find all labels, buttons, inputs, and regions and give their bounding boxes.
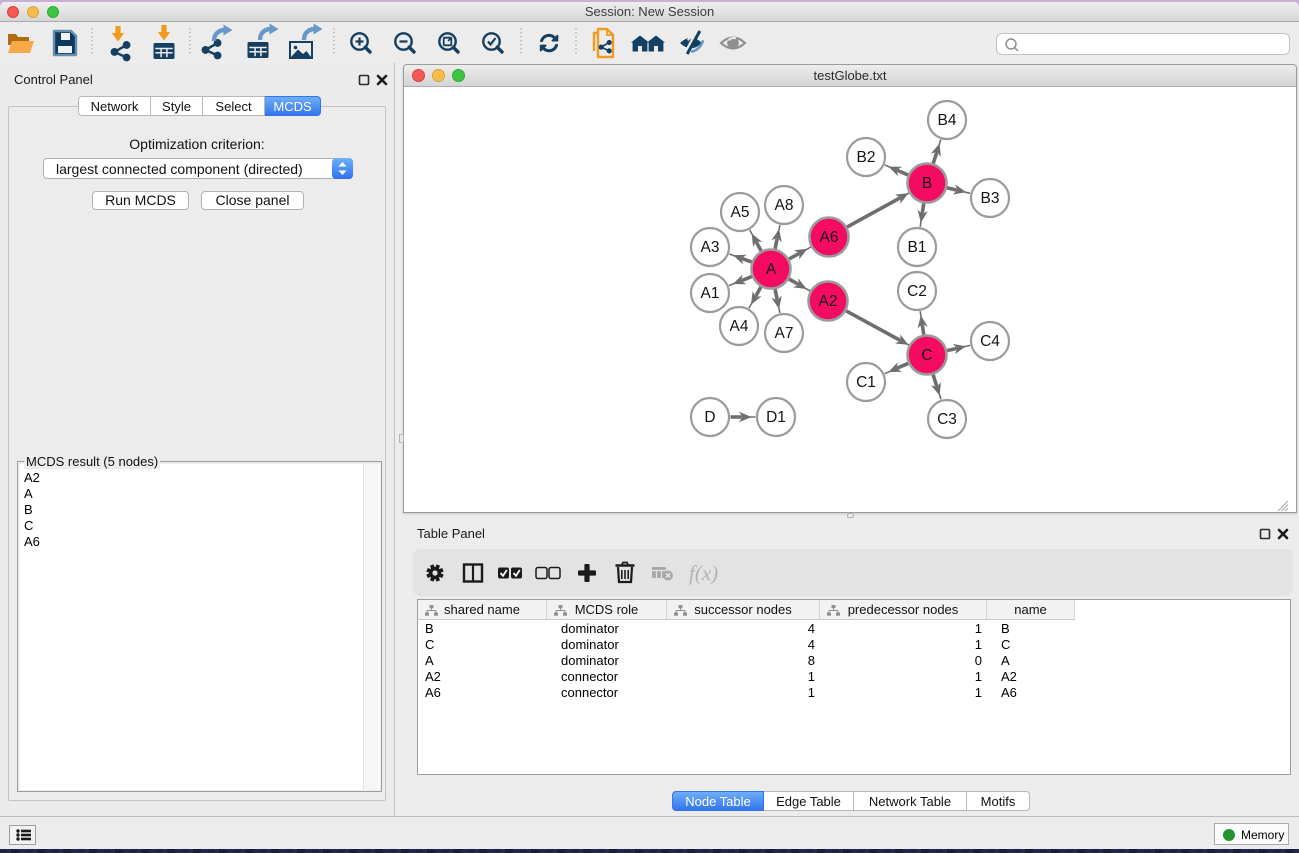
svg-text:D: D: [704, 409, 715, 426]
svg-text:C4: C4: [980, 333, 1000, 350]
svg-text:B3: B3: [981, 190, 1000, 207]
svg-text:A: A: [766, 261, 777, 278]
svg-text:C3: C3: [937, 411, 957, 428]
svg-text:B1: B1: [908, 239, 927, 256]
svg-text:A2: A2: [819, 293, 838, 310]
svg-text:A3: A3: [701, 239, 720, 256]
svg-text:B2: B2: [857, 149, 876, 166]
svg-text:B4: B4: [938, 112, 957, 129]
svg-text:B: B: [922, 175, 932, 192]
svg-text:D1: D1: [766, 409, 786, 426]
svg-text:A5: A5: [731, 204, 750, 221]
svg-text:A1: A1: [701, 285, 720, 302]
svg-text:A7: A7: [775, 325, 794, 342]
svg-text:C: C: [921, 347, 932, 364]
svg-text:C1: C1: [856, 374, 876, 391]
svg-text:f(x): f(x): [689, 561, 718, 585]
svg-text:A8: A8: [775, 197, 794, 214]
svg-text:A4: A4: [730, 318, 749, 335]
svg-text:A6: A6: [820, 229, 839, 246]
svg-text:C2: C2: [907, 283, 927, 300]
